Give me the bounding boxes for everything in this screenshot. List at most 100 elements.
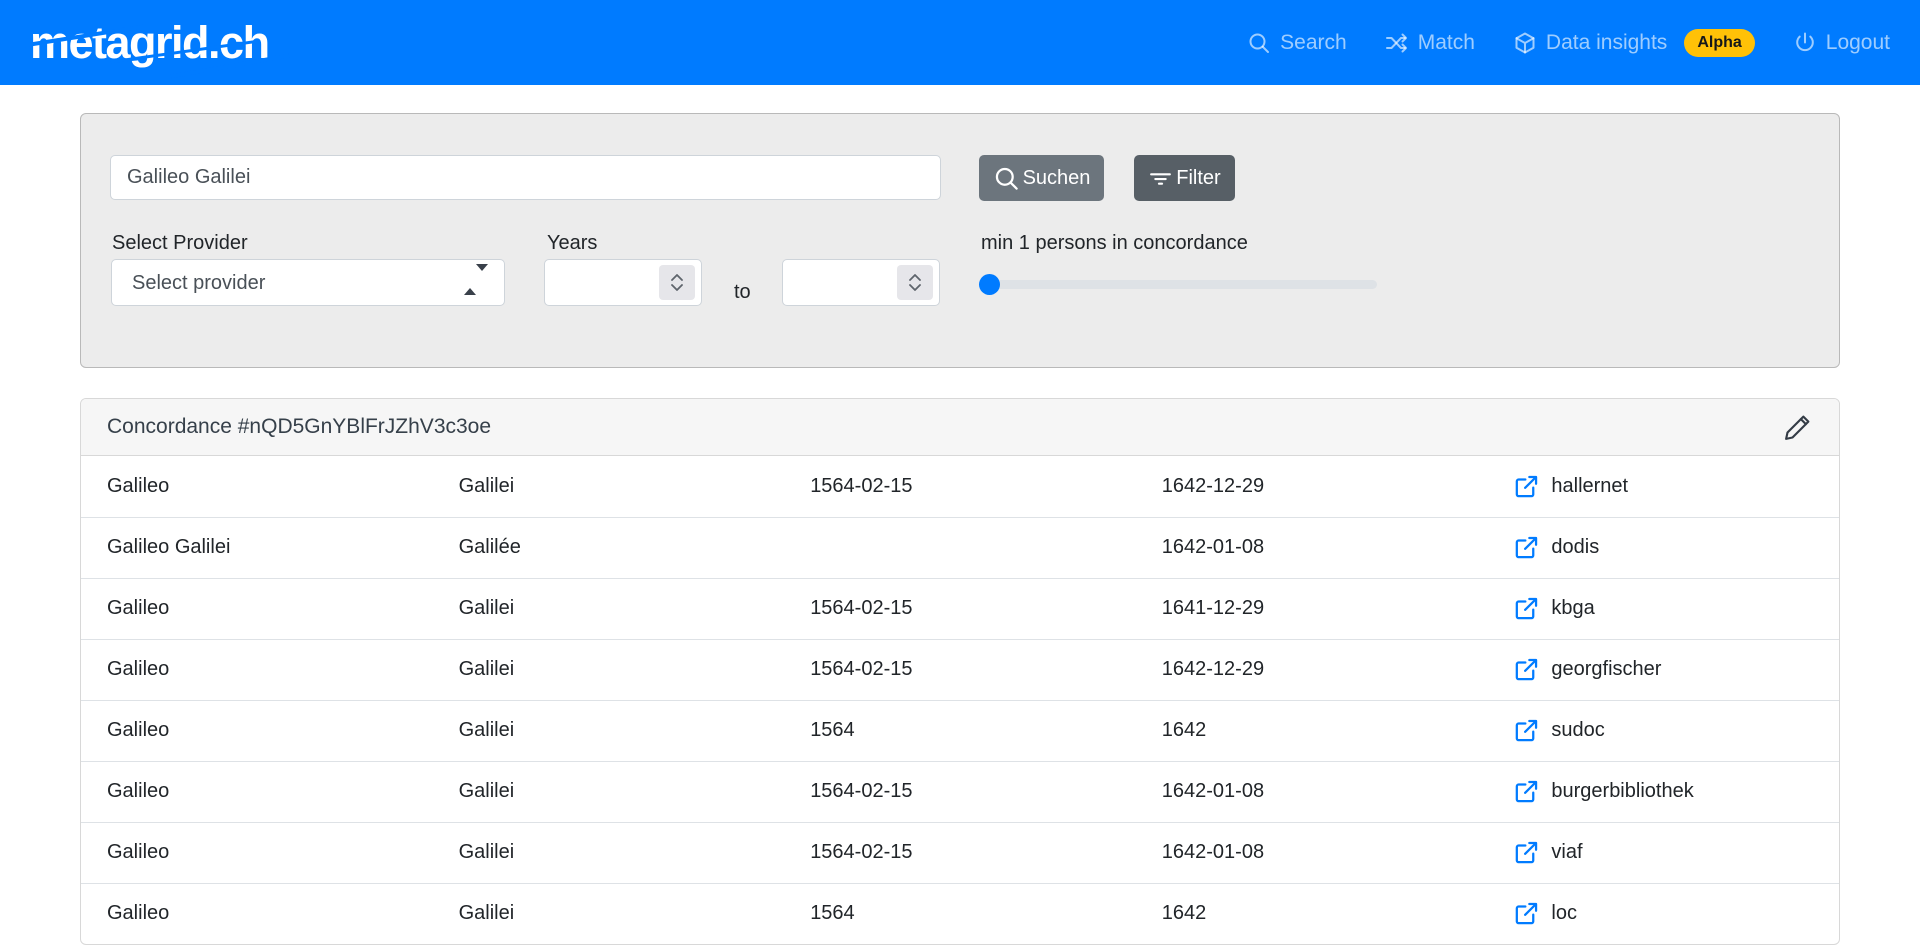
cell-provider: viaf [1487,822,1839,883]
external-link-icon [1513,778,1540,805]
table-row: Galileo Galilei 1564-02-15 1642-01-08 bu… [81,761,1839,822]
search-input[interactable] [110,155,941,200]
table-row: Galileo Galilei 1564-02-15 1642-12-29 ha… [81,456,1839,517]
provider-link[interactable]: dodis [1513,534,1831,561]
cell-birth-date: 1564-02-15 [784,456,1136,517]
cell-provider: loc [1487,883,1839,944]
search-icon [1247,31,1271,55]
cell-death-date: 1642-12-29 [1136,456,1488,517]
filter-icon [1148,166,1173,191]
cube-icon [1513,31,1537,55]
suchen-button[interactable]: Suchen [979,155,1104,201]
provider-name: viaf [1551,841,1582,864]
concordance-title: Concordance #nQD5GnYBlFrJZhV3c3oe [107,415,491,439]
cell-death-date: 1642-01-08 [1136,761,1488,822]
external-link-icon [1513,717,1540,744]
nav-data-insights-label: Data insights [1546,31,1667,55]
cell-first-name: Galileo Galilei [81,517,433,578]
cell-last-name: Galilée [433,517,785,578]
year-to-field [782,259,940,306]
year-from-stepper[interactable] [659,265,695,300]
filter-button-label: Filter [1176,167,1220,190]
table-row: Galileo Galilei 1564-02-15 1642-01-08 vi… [81,822,1839,883]
cell-death-date: 1642-12-29 [1136,639,1488,700]
provider-link[interactable]: viaf [1513,839,1831,866]
cell-first-name: Galileo [81,639,433,700]
cell-last-name: Galilei [433,456,785,517]
cell-last-name: Galilei [433,883,785,944]
cell-first-name: Galileo [81,578,433,639]
brand-text: metagrid.ch [30,17,269,68]
cell-provider: sudoc [1487,700,1839,761]
provider-name: burgerbibliothek [1551,780,1693,803]
concordance-table: Galileo Galilei 1564-02-15 1642-12-29 ha… [81,456,1839,944]
alpha-badge: Alpha [1684,29,1754,57]
external-link-icon [1513,900,1540,927]
provider-label: Select Provider [112,232,248,255]
provider-name: hallernet [1551,475,1628,498]
concordance-card: Concordance #nQD5GnYBlFrJZhV3c3oe Galile… [80,398,1840,945]
cell-last-name: Galilei [433,578,785,639]
nav-search[interactable]: Search [1247,31,1347,55]
provider-name: loc [1551,902,1577,925]
cell-provider: burgerbibliothek [1487,761,1839,822]
page-content: Suchen Filter Select Provider Select pro… [0,85,1920,945]
table-row: Galileo Galilei 1564 1642 sudoc [81,700,1839,761]
cell-birth-date: 1564 [784,883,1136,944]
cell-death-date: 1642-01-08 [1136,517,1488,578]
nav-match[interactable]: Match [1385,31,1475,55]
provider-link[interactable]: burgerbibliothek [1513,778,1831,805]
provider-link[interactable]: georgfischer [1513,656,1831,683]
nav-logout-label: Logout [1826,31,1890,55]
edit-concordance-button[interactable] [1783,412,1813,442]
brand-logo[interactable]: metagrid.ch [30,20,269,65]
cell-birth-date: 1564-02-15 [784,822,1136,883]
cell-death-date: 1642-01-08 [1136,822,1488,883]
provider-link[interactable]: kbga [1513,595,1831,622]
search-icon [993,165,1020,192]
cell-birth-date: 1564-02-15 [784,578,1136,639]
provider-link[interactable]: hallernet [1513,473,1831,500]
nav-logout[interactable]: Logout [1793,31,1890,55]
cell-first-name: Galileo [81,883,433,944]
filter-button[interactable]: Filter [1134,155,1235,201]
provider-link[interactable]: sudoc [1513,717,1831,744]
cell-death-date: 1642 [1136,883,1488,944]
table-row: Galileo Galilei 1564-02-15 1641-12-29 kb… [81,578,1839,639]
filter-panel: Suchen Filter Select Provider Select pro… [80,113,1840,368]
nav-data-insights[interactable]: Data insights Alpha [1513,29,1755,57]
cell-provider: georgfischer [1487,639,1839,700]
cell-last-name: Galilei [433,700,785,761]
year-from-field [544,259,702,306]
cell-birth-date [784,517,1136,578]
nav-search-label: Search [1280,31,1347,55]
external-link-icon [1513,839,1540,866]
chevron-up-icon [909,274,921,281]
years-label: Years [547,232,597,255]
suchen-button-label: Suchen [1023,167,1091,190]
cell-birth-date: 1564 [784,700,1136,761]
table-row: Galileo Galilei 1564 1642 loc [81,883,1839,944]
provider-link[interactable]: loc [1513,900,1831,927]
external-link-icon [1513,473,1540,500]
main-nav: Search Match Data insights Alpha Logout [1247,29,1890,57]
cell-first-name: Galileo [81,822,433,883]
year-to-stepper[interactable] [897,265,933,300]
provider-select[interactable]: Select provider [111,259,505,306]
nav-match-label: Match [1418,31,1475,55]
cell-last-name: Galilei [433,639,785,700]
min-persons-slider-track[interactable] [981,280,1377,289]
concordance-card-header: Concordance #nQD5GnYBlFrJZhV3c3oe [81,399,1839,456]
top-navbar: metagrid.ch Search Match Data insights A… [0,0,1920,85]
shuffle-icon [1385,31,1409,55]
cell-provider: dodis [1487,517,1839,578]
external-link-icon [1513,534,1540,561]
table-row: Galileo Galilei Galilée 1642-01-08 dodis [81,517,1839,578]
min-persons-slider-thumb[interactable] [979,274,1000,295]
cell-first-name: Galileo [81,700,433,761]
cell-birth-date: 1564-02-15 [784,761,1136,822]
cell-first-name: Galileo [81,456,433,517]
provider-name: sudoc [1551,719,1604,742]
provider-name: dodis [1551,536,1599,559]
years-to-label: to [734,281,751,304]
